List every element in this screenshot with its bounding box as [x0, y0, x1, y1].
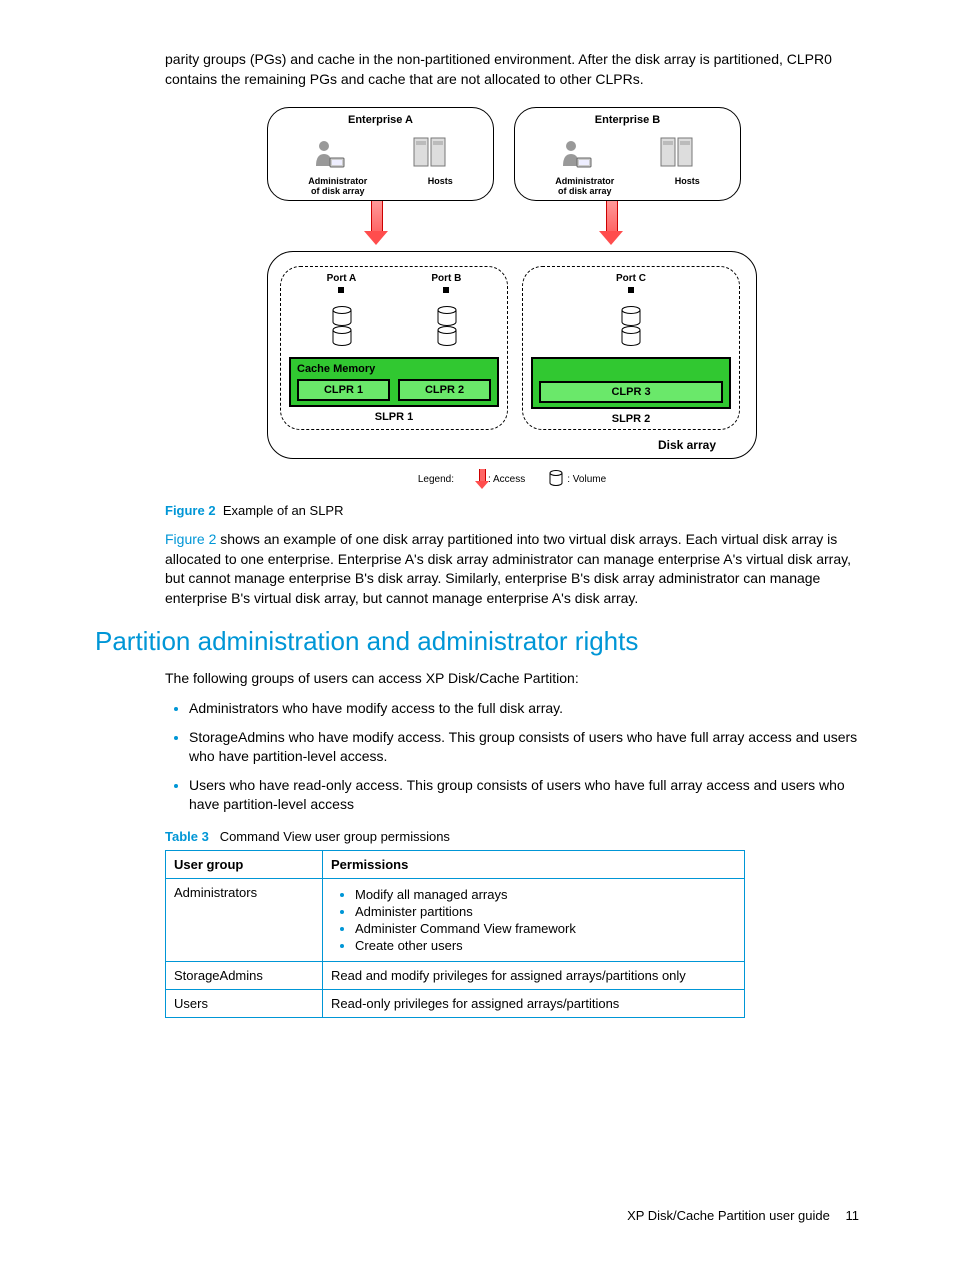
hosts-label-b: Hosts: [675, 177, 700, 196]
volume-icon: [331, 306, 353, 349]
access-arrow-icon: [367, 201, 385, 243]
legend: Legend: : Access : Volume: [267, 469, 757, 489]
page-number: 11: [846, 1208, 860, 1223]
cell-group: Users: [166, 990, 323, 1018]
cell-group: StorageAdmins: [166, 962, 323, 990]
hosts-icon: [411, 132, 451, 175]
admin-person-icon: [310, 136, 346, 175]
th-permissions: Permissions: [323, 851, 745, 879]
figure-desc-rest: shows an example of one disk array parti…: [165, 531, 851, 606]
list-item: Administer Command View framework: [355, 921, 736, 936]
footer-title: XP Disk/Cache Partition user guide: [627, 1208, 830, 1223]
cell-perms: Read and modify privileges for assigned …: [323, 962, 745, 990]
hosts-label-a: Hosts: [428, 177, 453, 196]
admin-label-a: Administrator of disk array: [308, 177, 367, 196]
figure-2-diagram: Enterprise A: [165, 107, 859, 489]
legend-title: Legend:: [418, 474, 454, 485]
list-item: Users who have read-only access. This gr…: [189, 776, 859, 814]
table-header-row: User group Permissions: [166, 851, 745, 879]
clpr-2: CLPR 2: [398, 379, 491, 401]
list-item: Administer partitions: [355, 904, 736, 919]
figure-2-link[interactable]: Figure 2: [165, 531, 216, 547]
access-group-list: Administrators who have modify access to…: [165, 699, 859, 813]
section-heading: Partition administration and administrat…: [95, 626, 859, 657]
table-row: StorageAdmins Read and modify privileges…: [166, 962, 745, 990]
intro-paragraph: parity groups (PGs) and cache in the non…: [165, 50, 859, 89]
cache-memory-label: Cache Memory: [297, 363, 491, 375]
port-c-label: Port C: [616, 273, 646, 284]
permissions-table: User group Permissions Administrators Mo…: [165, 850, 745, 1018]
slpr-1: Port A Port B: [280, 266, 508, 430]
list-item: StorageAdmins who have modify access. Th…: [189, 728, 859, 766]
figure-label: Figure 2: [165, 503, 216, 518]
figure-2-caption: Figure 2 Example of an SLPR: [165, 503, 859, 518]
enterprise-b-title: Enterprise B: [525, 114, 730, 126]
clpr-3: CLPR 3: [539, 381, 723, 403]
slpr-2-label: SLPR 2: [531, 413, 731, 425]
page-footer: XP Disk/Cache Partition user guide 11: [95, 1208, 859, 1223]
table-3-caption: Table 3 Command View user group permissi…: [165, 829, 859, 844]
access-arrow-icon: [478, 469, 485, 489]
enterprise-a-title: Enterprise A: [278, 114, 483, 126]
legend-access: : Access: [488, 474, 525, 485]
admin-label-b: Administrator of disk array: [555, 177, 614, 196]
legend-volume: : Volume: [567, 474, 606, 485]
table-row: Administrators Modify all managed arrays…: [166, 879, 745, 962]
cell-perms: Modify all managed arrays Administer par…: [323, 879, 745, 962]
volume-icon: [549, 470, 563, 489]
list-item: Create other users: [355, 938, 736, 953]
port-b-label: Port B: [431, 273, 461, 284]
table-row: Users Read-only privileges for assigned …: [166, 990, 745, 1018]
slpr-2: Port C: [522, 266, 740, 430]
access-arrow-icon: [602, 201, 620, 243]
enterprise-a-box: Enterprise A: [267, 107, 494, 201]
th-user-group: User group: [166, 851, 323, 879]
port-a-label: Port A: [327, 273, 357, 284]
list-item: Modify all managed arrays: [355, 887, 736, 902]
clpr-1: CLPR 1: [297, 379, 390, 401]
figure-caption-text: Example of an SLPR: [223, 503, 344, 518]
hosts-icon: [658, 132, 698, 175]
admin-person-icon: [557, 136, 593, 175]
volume-icon: [620, 306, 642, 349]
volume-icon: [436, 306, 458, 349]
disk-array-label: Disk array: [658, 438, 716, 452]
table-caption-text: Command View user group permissions: [220, 829, 450, 844]
enterprise-b-box: Enterprise B: [514, 107, 741, 201]
figure-2-description: Figure 2 shows an example of one disk ar…: [165, 530, 859, 608]
table-label: Table 3: [165, 829, 209, 844]
section-intro: The following groups of users can access…: [165, 669, 859, 689]
disk-array-box: Port A Port B: [267, 251, 757, 459]
slpr-1-label: SLPR 1: [289, 411, 499, 423]
list-item: Administrators who have modify access to…: [189, 699, 859, 718]
cell-perms: Read-only privileges for assigned arrays…: [323, 990, 745, 1018]
cell-group: Administrators: [166, 879, 323, 962]
